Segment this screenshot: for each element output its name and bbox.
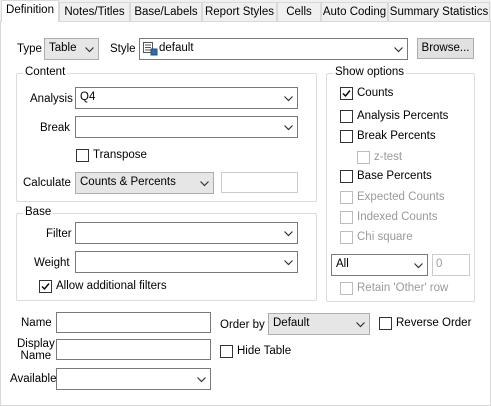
tab-report-styles[interactable]: Report Styles [202, 2, 277, 21]
available-dropdown[interactable] [56, 368, 211, 390]
z-test-label: z-test [374, 151, 403, 163]
style-label: Style [110, 43, 136, 55]
indexed-counts-label: Indexed Counts [357, 211, 438, 223]
count-value: 0 [436, 258, 443, 270]
tab-notes-titles[interactable]: Notes/Titles [59, 2, 130, 21]
order-by-label: Order by [220, 319, 265, 331]
calculate-extra-field [221, 172, 298, 193]
retain-other-row-label: Retain 'Other' row [357, 282, 449, 294]
chevron-down-icon [284, 96, 293, 102]
chevron-down-icon [414, 263, 423, 269]
order-by-dropdown[interactable]: Default [268, 313, 370, 335]
style-dropdown[interactable]: default [139, 38, 408, 60]
name-label: Name [21, 317, 52, 329]
report-style-icon [143, 42, 158, 56]
order-by-value: Default [273, 317, 310, 329]
type-dropdown[interactable]: Table [44, 38, 99, 60]
display-name-field[interactable] [56, 339, 211, 360]
chevron-down-icon [394, 47, 403, 53]
chevron-down-icon [200, 181, 209, 187]
chevron-down-icon [284, 260, 293, 266]
calculate-label: Calculate [23, 177, 71, 189]
counts-label: Counts [357, 87, 394, 99]
display-name-label: Display Name [17, 338, 55, 362]
tab-base-labels[interactable]: Base/Labels [130, 2, 202, 21]
chevron-down-icon [284, 231, 293, 237]
checkmark-icon [342, 90, 351, 98]
tab-cells[interactable]: Cells [277, 2, 321, 21]
all-dropdown[interactable]: All [331, 254, 428, 276]
reverse-order-label: Reverse Order [396, 317, 472, 329]
break-dropdown[interactable] [75, 116, 298, 138]
browse-button[interactable]: Browse... [417, 38, 474, 59]
analysis-dropdown[interactable]: Q4 [75, 87, 298, 109]
break-label: Break [40, 122, 71, 134]
calculate-dropdown[interactable]: Counts & Percents [75, 172, 214, 194]
chevron-down-icon [284, 125, 293, 131]
transpose-label: Transpose [93, 149, 147, 161]
count-field: 0 [432, 254, 470, 276]
filter-dropdown[interactable] [75, 222, 298, 244]
chevron-down-icon [356, 322, 365, 328]
name-field[interactable] [56, 312, 211, 333]
base-percents-label: Base Percents [357, 170, 432, 182]
hide-table-label: Hide Table [237, 345, 292, 357]
show-options-group-title: Show options [333, 66, 407, 78]
weight-dropdown[interactable] [75, 251, 298, 273]
allow-additional-filters-label: Allow additional filters [56, 280, 167, 292]
expected-counts-label: Expected Counts [357, 191, 445, 203]
content-group-title: Content [23, 66, 68, 78]
base-group-title: Base [23, 206, 54, 218]
type-value: Table [49, 42, 77, 54]
analysis-percents-label: Analysis Percents [357, 110, 449, 122]
available-label: Available [10, 373, 57, 385]
all-value: All [336, 258, 349, 270]
display-name-label-line2: Name [20, 350, 52, 362]
tab-summary-statistics[interactable]: Summary Statistics [388, 2, 490, 21]
analysis-label: Analysis [30, 93, 73, 105]
display-name-label-line1: Display [17, 338, 55, 350]
tab-strip: Notes/Titles Base/Labels Report Styles C… [0, 0, 491, 22]
chi-square-label: Chi square [357, 231, 413, 243]
filter-label: Filter [46, 228, 72, 240]
analysis-value: Q4 [80, 91, 96, 103]
tab-auto-coding[interactable]: Auto Coding [321, 2, 388, 21]
tab-definition[interactable]: Definition [1, 0, 59, 22]
chevron-down-icon [85, 47, 94, 53]
break-percents-label: Break Percents [357, 130, 436, 142]
checkmark-icon [41, 283, 50, 291]
calculate-value: Counts & Percents [80, 176, 176, 188]
style-value: default [159, 42, 194, 54]
chevron-down-icon [197, 377, 206, 383]
type-label: Type [17, 43, 42, 55]
weight-label: Weight [34, 257, 70, 269]
